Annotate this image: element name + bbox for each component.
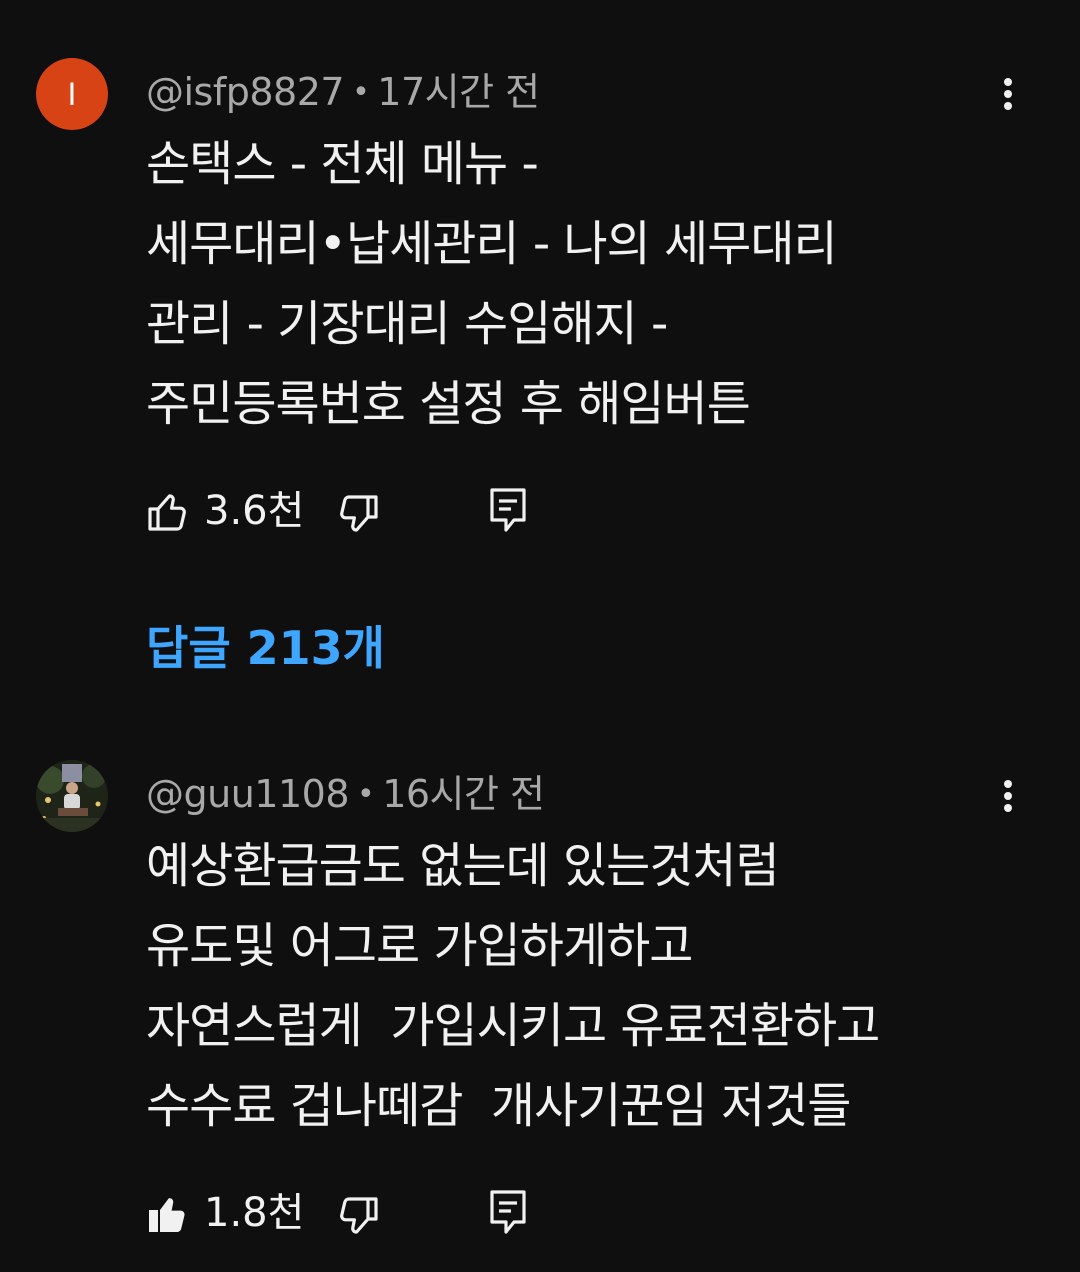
reply-comment-icon (490, 1190, 526, 1234)
avatar[interactable] (36, 760, 108, 832)
dislike-button[interactable] (334, 1192, 382, 1240)
more-options-button[interactable] (988, 72, 1028, 116)
comment-line: 손택스 - 전체 메뉴 - (146, 136, 539, 192)
thumbs-up-icon (148, 494, 186, 531)
comment-line: 유도및 어그로 가입하게하고 (146, 918, 693, 974)
reply-comment-icon (490, 488, 526, 532)
meta-separator: • (357, 777, 375, 812)
author-handle[interactable]: @isfp8827 (146, 70, 345, 114)
comment-actions: 3.6천 (144, 482, 564, 538)
meta-separator: • (352, 75, 370, 110)
profile-photo-avatar (36, 760, 108, 832)
comment-time: 17시간 전 (377, 70, 540, 114)
comment-meta: @guu1108 • 16시간 전 (146, 770, 545, 822)
like-count: 1.8천 (204, 1190, 305, 1236)
reply-button[interactable] (488, 486, 528, 536)
avatar[interactable]: I (36, 58, 108, 130)
more-vertical-icon (1004, 780, 1012, 788)
like-button[interactable] (144, 1190, 192, 1238)
comment-line: 자연스럽게 가입시키고 유료전환하고 (146, 998, 880, 1054)
comment-line: 예상환급금도 없는데 있는것처럼 (146, 838, 780, 894)
author-handle[interactable]: @guu1108 (146, 772, 350, 816)
more-vertical-icon (1004, 78, 1012, 86)
thumbs-up-filled-icon (149, 1198, 185, 1232)
dislike-button[interactable] (334, 490, 382, 538)
comment-meta: @isfp8827 • 17시간 전 (146, 68, 540, 120)
like-button[interactable] (144, 488, 192, 536)
thumbs-down-icon (340, 1197, 378, 1234)
comment-text: 손택스 - 전체 메뉴 - 세무대리•납세관리 - 나의 세무대리 관리 - 기… (146, 124, 1046, 444)
comment-line: 관리 - 기장대리 수임해지 - (146, 296, 668, 352)
thumbs-down-icon (340, 495, 378, 532)
comment-text: 예상환급금도 없는데 있는것처럼 유도및 어그로 가입하게하고 자연스럽게 가입… (146, 826, 1046, 1146)
reply-button[interactable] (488, 1188, 528, 1238)
comment-line: 세무대리•납세관리 - 나의 세무대리 (146, 216, 838, 272)
comment-line: 수수료 겁나떼감 개사기꾼임 저것들 (146, 1078, 851, 1134)
like-count: 3.6천 (204, 488, 305, 534)
view-replies-button[interactable]: 답글 213개 (146, 618, 385, 678)
comment-actions: 1.8천 (144, 1184, 564, 1240)
more-options-button[interactable] (988, 774, 1028, 818)
comment-time: 16시간 전 (382, 772, 545, 816)
comment-line: 주민등록번호 설정 후 해임버튼 (146, 376, 751, 432)
